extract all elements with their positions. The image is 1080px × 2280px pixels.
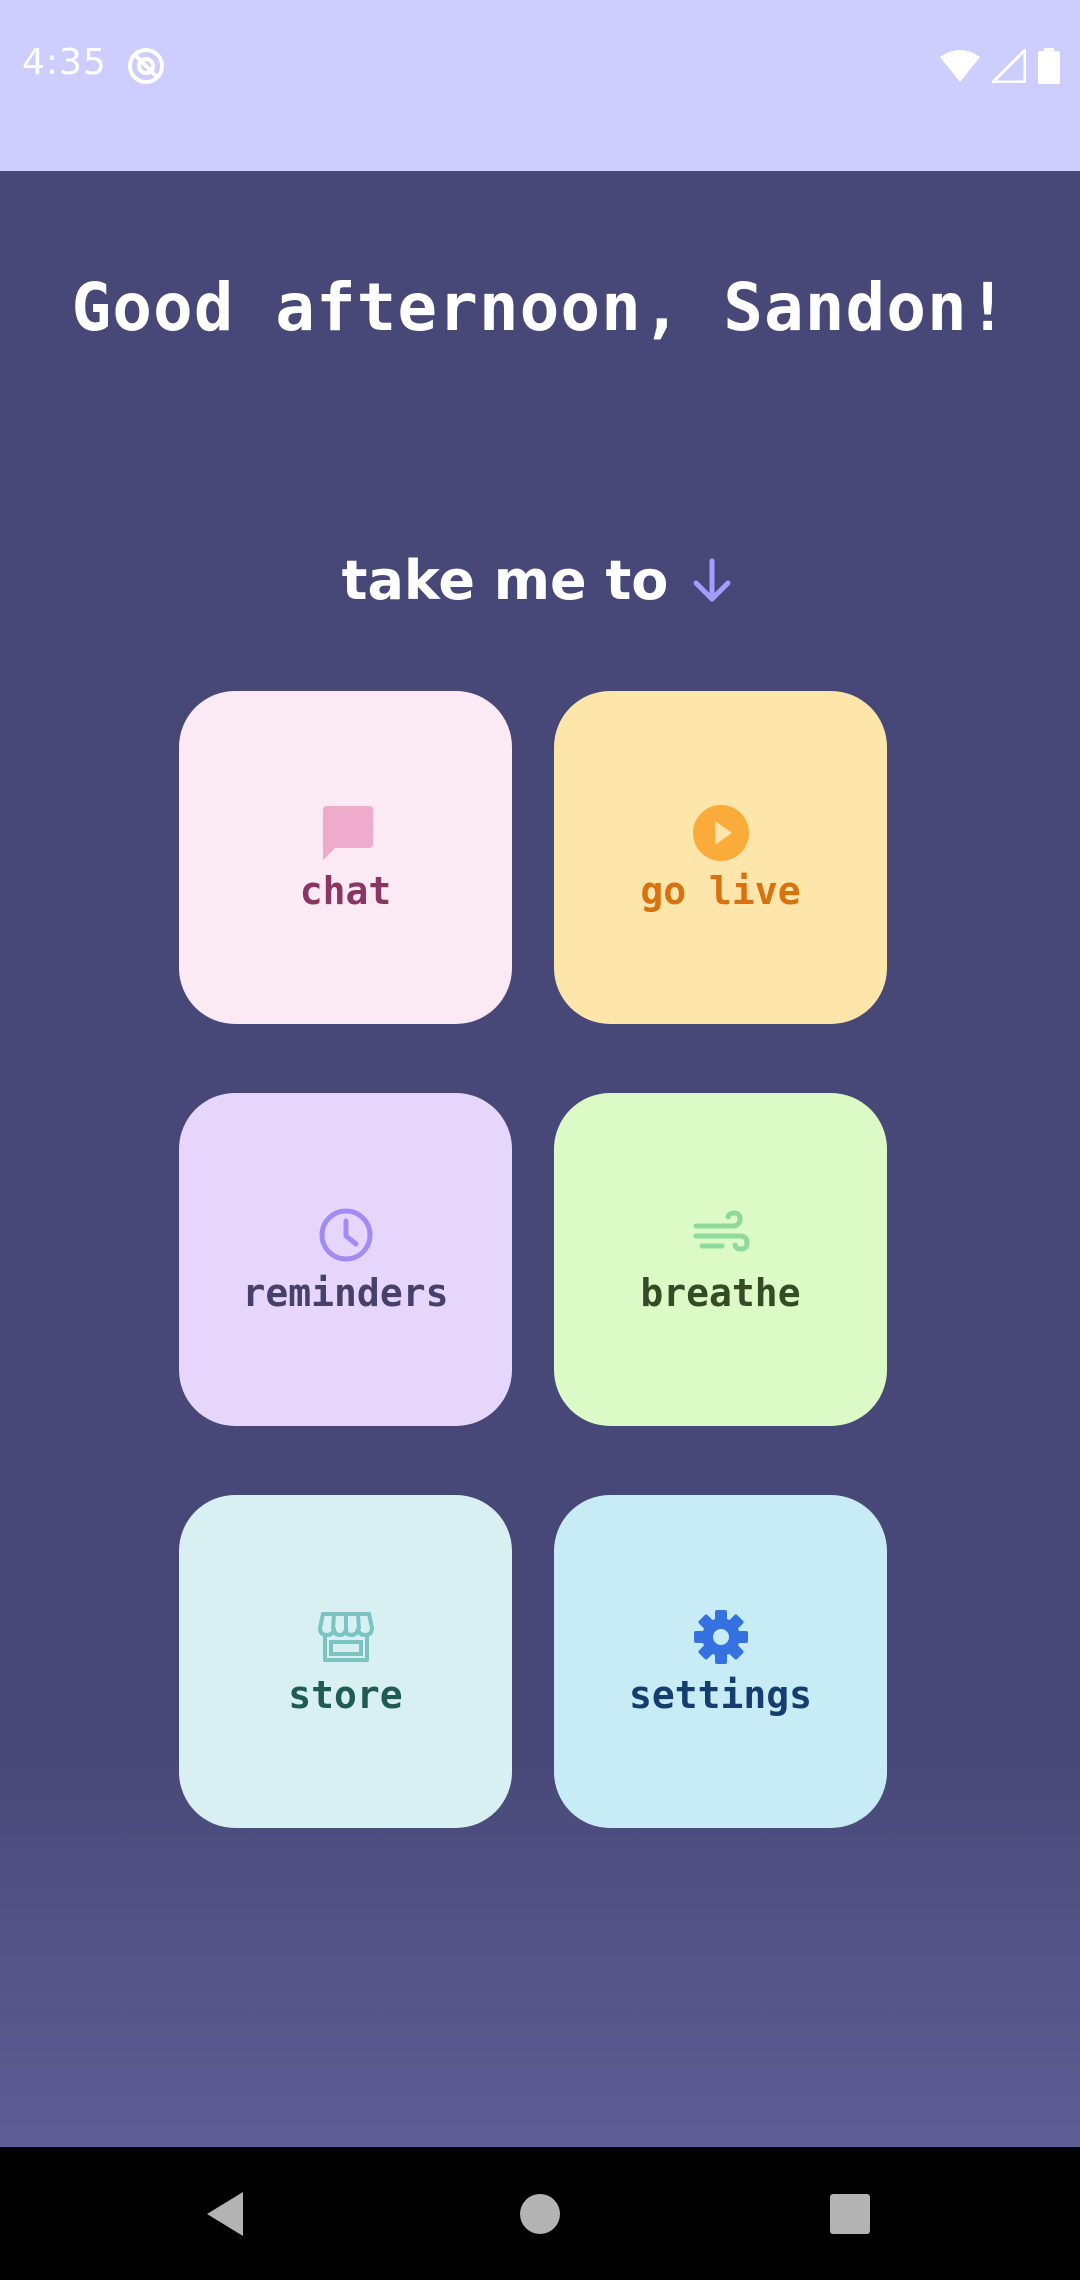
breathe-tile[interactable]: breathe (554, 1093, 887, 1426)
go-live-tile[interactable]: go live (554, 691, 887, 1024)
clock-icon (316, 1205, 376, 1265)
wifi-icon (940, 50, 980, 82)
greeting-title: Good afternoon, Sandon! (71, 269, 1009, 346)
store-label: store (288, 1672, 403, 1717)
breathe-label: breathe (640, 1270, 801, 1315)
app-notification-icon (128, 48, 164, 84)
back-icon (207, 2191, 243, 2236)
status-time: 4:35 (22, 42, 107, 83)
store-tile[interactable]: store (179, 1495, 512, 1828)
chat-bubble-icon (316, 803, 376, 863)
home-icon (520, 2193, 560, 2234)
home-button[interactable] (480, 2147, 600, 2280)
wind-icon (691, 1205, 751, 1265)
arrow-down-icon (693, 558, 731, 601)
go-live-label: go live (640, 868, 801, 913)
gear-icon (691, 1607, 751, 1667)
settings-label: settings (628, 1672, 813, 1717)
recents-button[interactable] (790, 2147, 910, 2280)
take-me-to-heading: take me to (0, 549, 1080, 612)
chat-tile[interactable]: chat (179, 691, 512, 1024)
storefront-icon (316, 1607, 376, 1667)
settings-tile[interactable]: settings (554, 1495, 887, 1828)
reminders-label: reminders (242, 1270, 449, 1315)
navigation-bar (0, 2147, 1080, 2280)
recents-icon (830, 2193, 870, 2234)
signal-icon (992, 49, 1026, 83)
home-screen: 4:35 Good afternoon, Sandon! take me to (0, 0, 1080, 2280)
take-me-to-label: take me to (341, 549, 669, 612)
status-icons (940, 46, 1060, 86)
back-button[interactable] (165, 2147, 285, 2280)
battery-icon (1038, 48, 1060, 84)
reminders-tile[interactable]: reminders (179, 1093, 512, 1426)
main-content: Good afternoon, Sandon! take me to chat (0, 171, 1080, 2147)
chat-label: chat (299, 868, 392, 913)
play-circle-icon (691, 803, 751, 863)
status-bar: 4:35 (0, 0, 1080, 171)
